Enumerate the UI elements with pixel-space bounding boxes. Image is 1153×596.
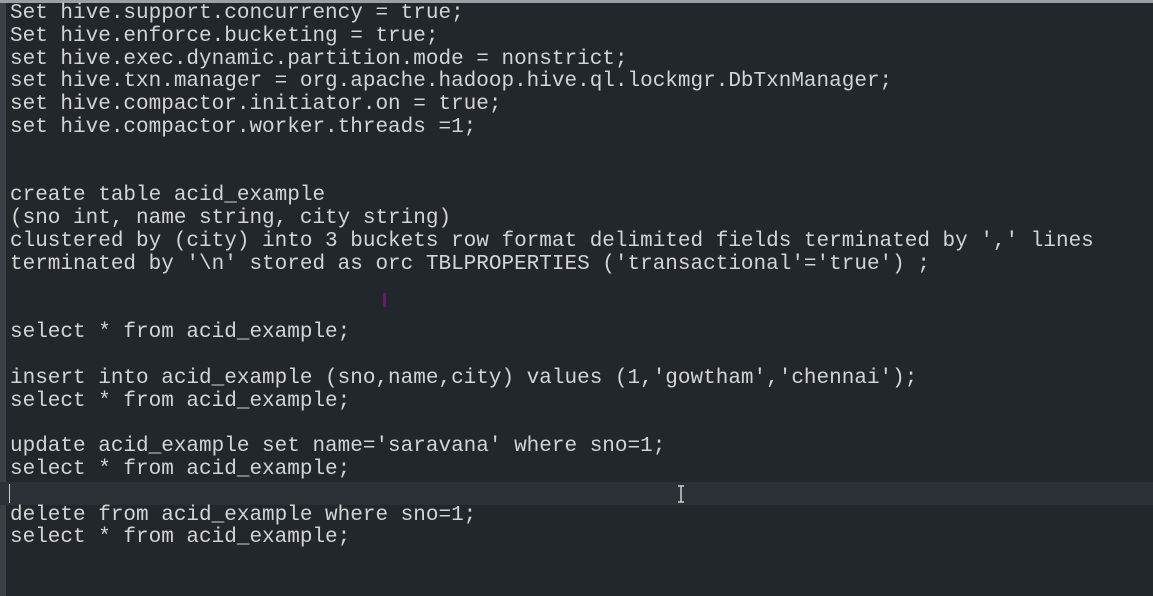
text-caret	[9, 483, 10, 503]
code-editor[interactable]: Set hive.support.concurrency = true; Set …	[0, 2, 1153, 550]
code-line[interactable]: select * from acid_example;	[10, 390, 1153, 414]
code-line[interactable]: set hive.txn.manager = org.apache.hadoop…	[10, 71, 1153, 94]
code-line[interactable]: select * from acid_example;	[10, 458, 1153, 482]
code-line[interactable]: select * from acid_example;	[10, 321, 1153, 345]
code-line[interactable]: Set hive.support.concurrency = true;	[10, 2, 1153, 26]
code-line[interactable]	[10, 299, 1153, 322]
code-line[interactable]	[10, 413, 1153, 436]
code-line[interactable]: set hive.compactor.initiator.on = true;	[10, 93, 1153, 117]
code-line[interactable]: set hive.compactor.worker.threads =1;	[10, 116, 1153, 140]
current-code-line[interactable]	[0, 481, 1153, 505]
code-line[interactable]: insert into acid_example (sno,name,city)…	[10, 367, 1153, 391]
code-line[interactable]: (sno int, name string, city string)	[10, 207, 1153, 231]
code-line[interactable]: create table acid_example	[10, 185, 1153, 208]
code-line[interactable]: select * from acid_example;	[10, 527, 1153, 550]
code-line[interactable]: update acid_example set name='saravana' …	[10, 435, 1153, 459]
editor-gutter	[0, 3, 6, 596]
code-line[interactable]: clustered by (city) into 3 buckets row f…	[10, 230, 1153, 254]
code-line[interactable]	[10, 163, 1153, 186]
text-marker	[383, 293, 386, 307]
code-line[interactable]: terminated by '\n' stored as orc TBLPROP…	[10, 253, 1153, 277]
code-line[interactable]	[10, 277, 1153, 300]
code-line[interactable]: set hive.exec.dynamic.partition.mode = n…	[10, 48, 1153, 72]
code-line[interactable]	[10, 345, 1153, 368]
code-line[interactable]: Set hive.enforce.bucketing = true;	[10, 25, 1153, 49]
i-beam-cursor-icon	[678, 485, 684, 503]
code-line[interactable]: delete from acid_example where sno=1;	[10, 504, 1153, 528]
code-line[interactable]	[10, 140, 1153, 163]
